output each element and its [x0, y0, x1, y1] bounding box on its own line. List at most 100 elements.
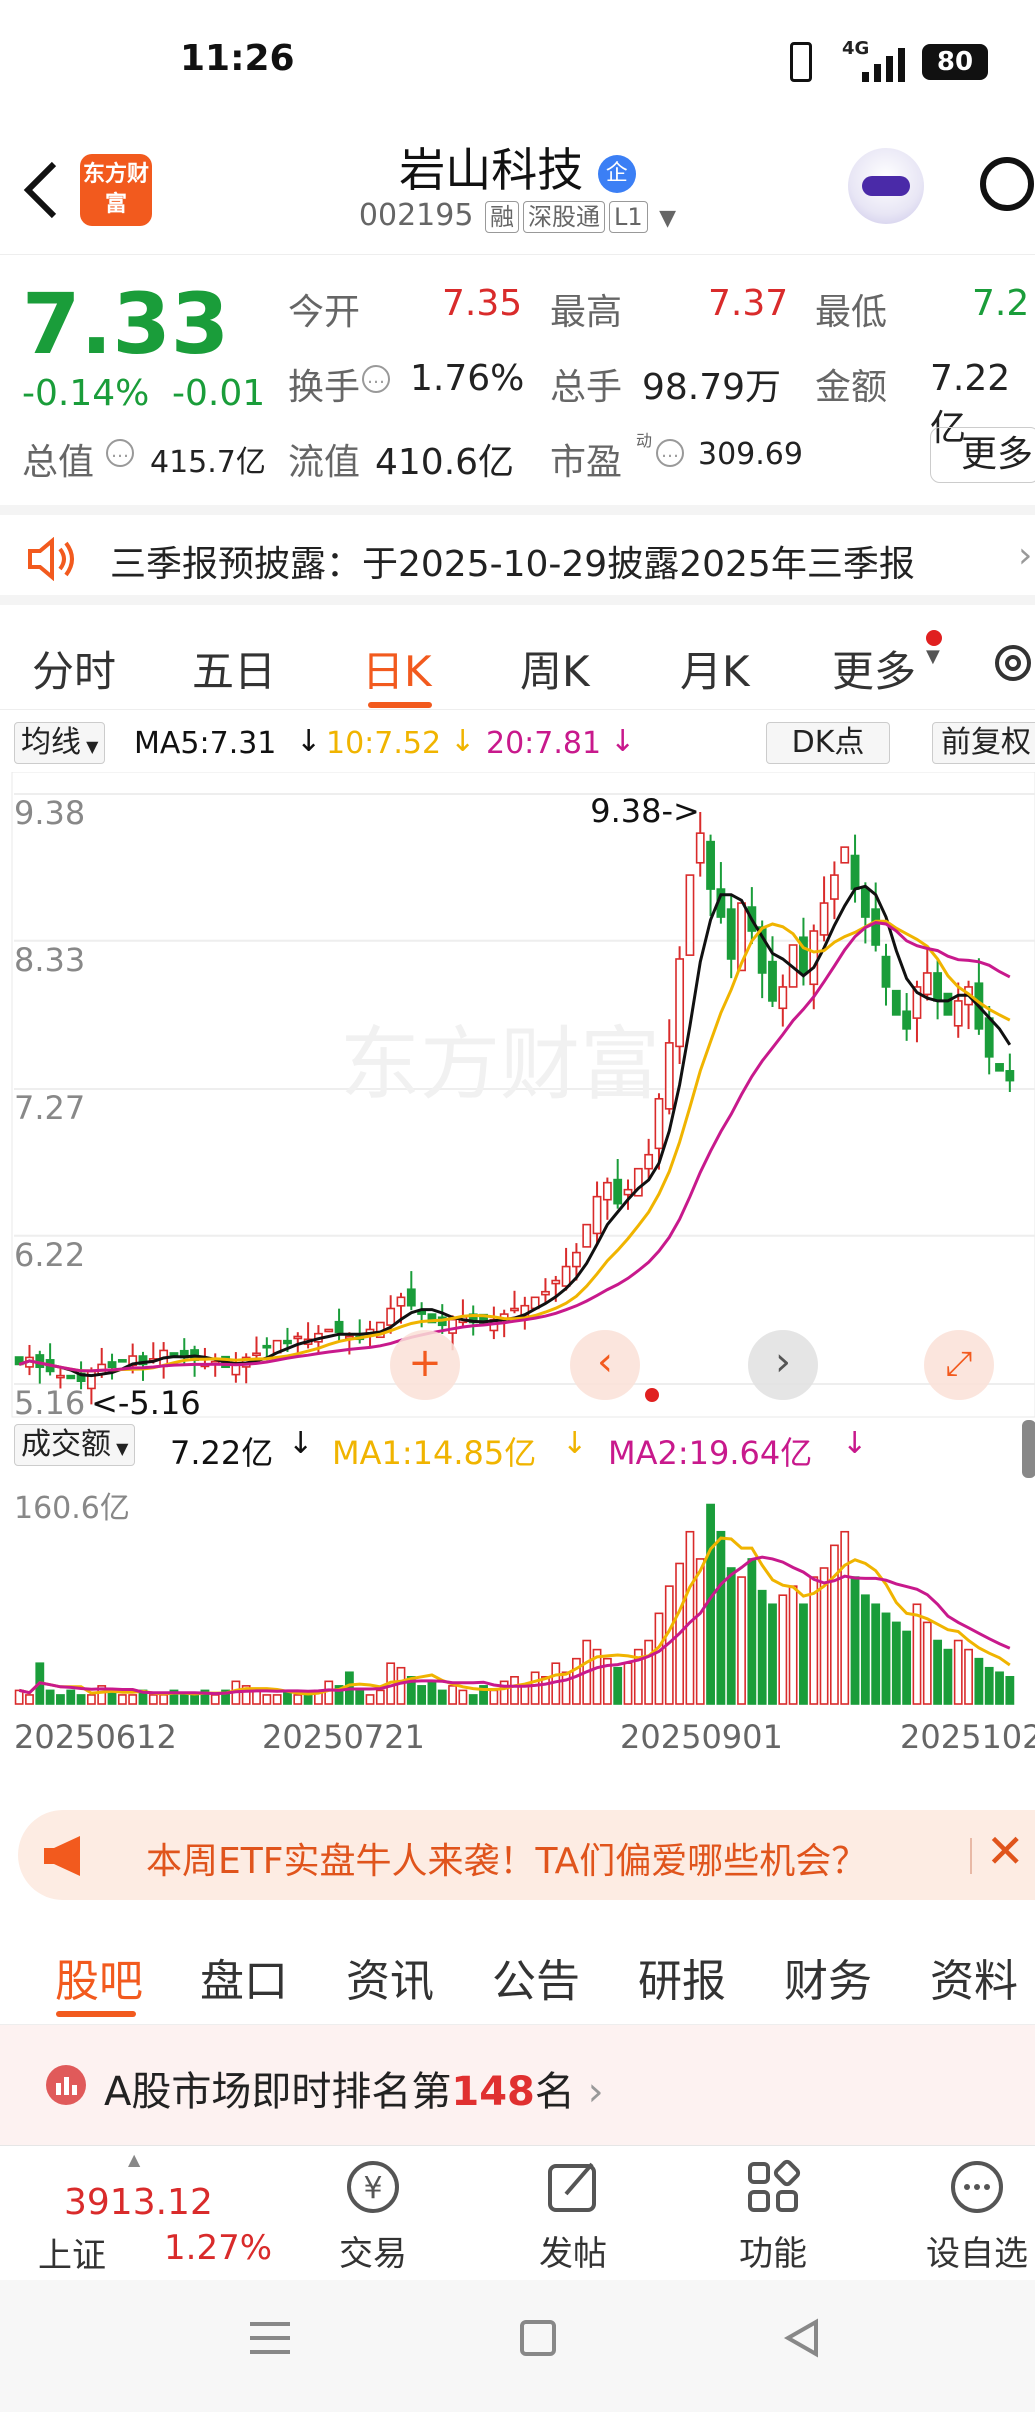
nav-watchlist-label: 设自选	[926, 2234, 1028, 2274]
notice-bar[interactable]: 三季报预披露：于2025-10-29披露2025年三季报 ›	[0, 505, 1035, 605]
volume-bar	[179, 1694, 189, 1705]
tab-five-day[interactable]: 五日	[192, 638, 276, 699]
subtab-orderbook[interactable]: 盘口	[200, 1945, 288, 2009]
candle-body	[293, 1335, 303, 1340]
more-button[interactable]: 更多	[930, 427, 1035, 483]
svg-text:¥: ¥	[363, 2171, 382, 2206]
volume-chart[interactable]: 160.6亿	[0, 1480, 1035, 1710]
subtab-financials[interactable]: 财务	[784, 1945, 872, 2009]
candle-body	[448, 1318, 457, 1334]
low-value: 7.2	[972, 283, 1030, 324]
subtab-research[interactable]: 研报	[638, 1945, 726, 2009]
status-time: 11:26	[180, 38, 295, 79]
ma-select-label: 均线	[21, 725, 81, 760]
info-icon[interactable]: …	[656, 439, 684, 467]
vibrate-icon	[790, 42, 812, 82]
tab-weekly-k[interactable]: 周K	[520, 638, 590, 699]
candle-body	[561, 1265, 571, 1287]
scroll-left-button[interactable]: ‹	[570, 1330, 640, 1400]
candle-body	[984, 1017, 994, 1058]
candle-body	[283, 1339, 292, 1345]
back-nav-icon[interactable]	[782, 2318, 822, 2358]
candle-body	[902, 1010, 912, 1030]
volume-bar	[809, 1576, 819, 1705]
subtab-announcements[interactable]: 公告	[492, 1945, 580, 2009]
home-icon[interactable]	[520, 2320, 556, 2356]
volume-bar	[871, 1603, 881, 1705]
volume-bar	[159, 1694, 169, 1705]
volume-bar	[953, 1639, 963, 1705]
info-icon[interactable]: …	[362, 365, 390, 393]
candle-body	[623, 1188, 633, 1196]
candle-body	[66, 1374, 76, 1380]
x-axis: 20250612 20250721 20250901 20251027	[14, 1718, 1035, 1758]
x-tick: 20250901	[620, 1718, 783, 1756]
down-arrow-icon: ↓	[562, 1426, 588, 1461]
volume-scroll-handle[interactable]	[1022, 1420, 1035, 1478]
subtab-forum[interactable]: 股吧	[55, 1945, 143, 2009]
nav-trade[interactable]: ¥ 交易	[308, 2156, 438, 2275]
search-icon[interactable]	[975, 152, 1035, 222]
ma-select[interactable]: 均线 ▼	[14, 722, 106, 764]
zoom-in-button[interactable]: +	[390, 1330, 460, 1400]
menu-icon[interactable]	[250, 2322, 290, 2354]
volume-bar	[974, 1657, 984, 1705]
close-icon[interactable]: ✕	[986, 1824, 1025, 1878]
index-widget[interactable]: ▲ 3913.12 上证 1.27%	[30, 2150, 273, 2276]
volume-bar	[768, 1603, 777, 1705]
candle-body	[551, 1279, 561, 1285]
dk-point-button[interactable]: DK点	[766, 722, 890, 764]
info-icon[interactable]: …	[106, 439, 134, 467]
active-tab-indicator	[368, 702, 432, 708]
tab-daily-k[interactable]: 日K	[362, 638, 432, 699]
tab-intraday[interactable]: 分时	[32, 638, 116, 699]
volume-bar	[850, 1576, 860, 1705]
trade-icon: ¥	[347, 2161, 399, 2213]
nav-watchlist[interactable]: 设自选	[912, 2156, 1035, 2275]
tag-level: L1	[608, 201, 648, 233]
settings-icon[interactable]	[988, 638, 1035, 688]
volume-bar	[778, 1594, 788, 1705]
candle-body	[169, 1352, 179, 1356]
low-label: 最低	[815, 292, 888, 333]
candle-body	[262, 1344, 272, 1349]
tab-monthly-k[interactable]: 月K	[680, 638, 750, 699]
float-value: 410.6亿	[375, 442, 515, 483]
watermark: 东方财富	[340, 1018, 660, 1111]
banner-divider	[970, 1838, 972, 1874]
volume-bar	[891, 1621, 901, 1705]
volume-bar	[86, 1694, 96, 1705]
promo-banner[interactable]: 本周ETF实盘牛人来袭！TA们偏爱哪些机会？ ✕	[18, 1810, 1035, 1900]
volume-bar	[396, 1666, 406, 1705]
mcap-value: 415.7亿	[150, 445, 266, 480]
tab-more[interactable]: 更多	[832, 638, 916, 699]
volume-bar	[695, 1558, 705, 1705]
volume-bar	[943, 1648, 953, 1705]
nav-post[interactable]: 发帖	[508, 2156, 638, 2275]
stock-code: 002195	[358, 198, 474, 233]
market-rank[interactable]: A股市场即时排名第148名 ›	[0, 2025, 1035, 2145]
scroll-right-button[interactable]: ›	[748, 1330, 818, 1400]
volume-bar	[128, 1694, 138, 1705]
candle-body	[644, 1153, 654, 1170]
candle-body	[510, 1307, 519, 1312]
kline-chart[interactable]: 东方财富 9.38 8.33 7.27 6.22 5.16 9.38-> <-5.16	[0, 772, 1035, 1432]
nav-functions-label: 功能	[739, 2234, 807, 2274]
active-subtab-indicator	[56, 2011, 136, 2017]
candle-body	[768, 960, 777, 1002]
robot-avatar[interactable]	[848, 148, 924, 224]
fullscreen-button[interactable]: ⤢	[924, 1330, 994, 1400]
subtab-profile[interactable]: 资料	[930, 1945, 1018, 2009]
volume-bar	[190, 1694, 200, 1705]
volume-bar	[56, 1694, 65, 1705]
nav-functions[interactable]: 功能	[708, 2156, 838, 2275]
y-tick-label: 8.33	[14, 941, 85, 979]
dropdown-icon[interactable]: ▼	[659, 206, 676, 231]
volume-select[interactable]: 成交额 ▼	[14, 1424, 136, 1466]
adjust-button[interactable]: 前复权	[932, 722, 1035, 764]
volume-bar	[365, 1694, 375, 1705]
index-pct: 1.27%	[164, 2228, 273, 2268]
candle-body	[995, 1063, 1004, 1072]
volume-bar	[530, 1671, 540, 1705]
subtab-news[interactable]: 资讯	[346, 1945, 434, 2009]
